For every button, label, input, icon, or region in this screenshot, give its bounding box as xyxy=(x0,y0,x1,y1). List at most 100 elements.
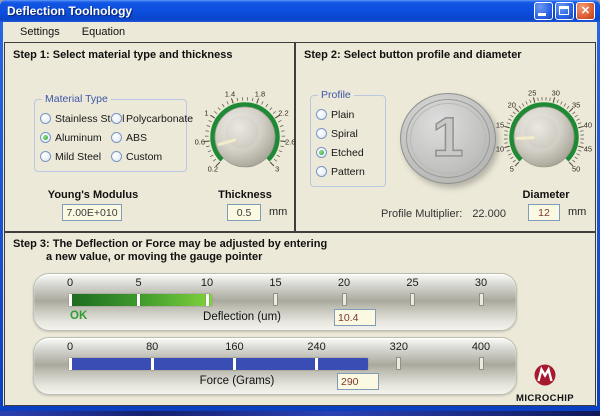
window-title: Deflection Toolnology xyxy=(7,4,534,18)
thickness-unit: mm xyxy=(269,206,287,218)
radio-label: Plain xyxy=(331,109,354,121)
profile-group-label: Profile xyxy=(318,89,354,101)
radio-icon xyxy=(40,132,51,143)
svg-text:2.2: 2.2 xyxy=(278,108,288,117)
titlebar-buttons: ✕ xyxy=(534,2,595,20)
svg-text:45: 45 xyxy=(584,144,592,153)
force-input[interactable] xyxy=(337,373,379,390)
title-bar[interactable]: Deflection Toolnology ✕ xyxy=(0,0,600,22)
deflection-input[interactable] xyxy=(334,309,376,326)
radio-label: ABS xyxy=(126,132,147,144)
svg-text:50: 50 xyxy=(572,165,580,174)
profile-multiplier: Profile Multiplier: 22.000 xyxy=(381,208,506,220)
diameter-knob[interactable]: 5101520253035404550 xyxy=(492,85,596,189)
radio-label: Spiral xyxy=(331,128,358,140)
tick-mark xyxy=(151,358,154,370)
tick-label: 240 xyxy=(299,341,335,353)
tick-mark xyxy=(137,294,140,306)
menu-equation[interactable]: Equation xyxy=(73,24,134,40)
material-type-group-label: Material Type xyxy=(42,93,111,105)
radio-stainless-steel[interactable]: Stainless Steel xyxy=(40,109,111,128)
tick-label: 160 xyxy=(216,341,252,353)
tick-label: 25 xyxy=(395,277,431,289)
step2-title: Step 2: Select button profile and diamet… xyxy=(304,49,522,61)
tick-label: 30 xyxy=(463,277,499,289)
client-area: Step 1: Select material type and thickne… xyxy=(3,42,597,406)
thickness-input[interactable] xyxy=(227,204,261,221)
maximize-button[interactable] xyxy=(555,2,574,20)
svg-text:5: 5 xyxy=(510,165,514,174)
radio-custom[interactable]: Custom xyxy=(111,147,193,166)
profile-group: Profile PlainSpiralEtchedPattern xyxy=(310,95,386,187)
radio-polycarbonate[interactable]: Polycarbonate xyxy=(111,109,193,128)
tick-mark xyxy=(410,293,415,306)
tick-mark xyxy=(69,358,72,370)
close-button[interactable]: ✕ xyxy=(576,2,595,20)
force-bar[interactable] xyxy=(70,358,368,370)
tick-label: 20 xyxy=(326,277,362,289)
radio-label: Mild Steel xyxy=(55,151,101,163)
tick-mark xyxy=(315,358,318,370)
svg-text:30: 30 xyxy=(552,89,560,98)
radio-etched[interactable]: Etched xyxy=(316,143,387,162)
taskbar-sliver[interactable] xyxy=(0,411,600,416)
force-axis-label: Force (Grams) xyxy=(157,375,317,387)
svg-text:1.4: 1.4 xyxy=(225,90,235,99)
deflection-gauge[interactable]: 051015202530 OK Deflection (um) xyxy=(33,273,517,331)
radio-plain[interactable]: Plain xyxy=(316,105,387,124)
radio-icon xyxy=(111,113,122,124)
radio-mild-steel[interactable]: Mild Steel xyxy=(40,147,111,166)
diameter-input[interactable] xyxy=(528,204,560,221)
thickness-label: Thickness xyxy=(201,189,289,201)
menu-bar: Settings Equation xyxy=(3,22,597,42)
deflection-axis-label: Deflection (um) xyxy=(162,311,322,323)
tick-mark xyxy=(479,357,484,370)
menu-settings[interactable]: Settings xyxy=(11,24,69,40)
brand-name: MICROCHIP xyxy=(499,393,591,404)
radio-icon xyxy=(111,132,122,143)
svg-text:1: 1 xyxy=(204,108,208,117)
svg-text:25: 25 xyxy=(528,89,536,98)
radio-icon xyxy=(316,147,327,158)
radio-icon xyxy=(40,151,51,162)
svg-text:3: 3 xyxy=(275,165,279,174)
tick-mark xyxy=(396,357,401,370)
force-gauge[interactable]: 080160240320400 Force (Grams) xyxy=(33,337,517,395)
tick-label: 15 xyxy=(258,277,294,289)
minimize-icon xyxy=(538,13,546,16)
radio-icon xyxy=(40,113,51,124)
svg-text:0.6: 0.6 xyxy=(195,138,205,147)
tick-label: 400 xyxy=(463,341,499,353)
svg-text:20: 20 xyxy=(508,100,516,109)
radio-pattern[interactable]: Pattern xyxy=(316,162,387,181)
youngs-modulus-input[interactable] xyxy=(62,204,122,221)
tick-mark xyxy=(233,358,236,370)
radio-icon xyxy=(316,166,327,177)
diameter-unit: mm xyxy=(568,206,586,218)
branding: MICROCHIP xyxy=(499,363,591,404)
radio-spiral[interactable]: Spiral xyxy=(316,124,387,143)
radio-aluminum[interactable]: Aluminum xyxy=(40,128,111,147)
svg-text:40: 40 xyxy=(584,121,592,130)
deflection-bar[interactable] xyxy=(70,294,212,306)
radio-abs[interactable]: ABS xyxy=(111,128,193,147)
profile-multiplier-value: 22.000 xyxy=(472,208,506,220)
profile-multiplier-label: Profile Multiplier: xyxy=(381,208,462,220)
profile-options: Plain Spiral Etched Pattern xyxy=(316,105,387,181)
deflection-status: OK xyxy=(70,310,87,322)
tick-label: 10 xyxy=(189,277,225,289)
step3-title-line2: a new value, or moving the gauge pointer xyxy=(46,251,262,263)
material-type-group: Material Type Stainless SteelAluminumMil… xyxy=(34,99,187,172)
tick-mark xyxy=(273,293,278,306)
radio-icon xyxy=(111,151,122,162)
radio-label: Custom xyxy=(126,151,162,163)
tick-label: 320 xyxy=(381,341,417,353)
step1-panel: Step 1: Select material type and thickne… xyxy=(4,42,295,232)
button-preview: 1 xyxy=(400,93,496,184)
thickness-knob[interactable]: 0.20.611.41.82.22.63 xyxy=(193,85,297,189)
tick-label: 0 xyxy=(52,277,88,289)
step3-title-line1: Step 3: The Deflection or Force may be a… xyxy=(13,238,327,250)
radio-label: Etched xyxy=(331,147,364,159)
minimize-button[interactable] xyxy=(534,2,553,20)
tick-label: 80 xyxy=(134,341,170,353)
